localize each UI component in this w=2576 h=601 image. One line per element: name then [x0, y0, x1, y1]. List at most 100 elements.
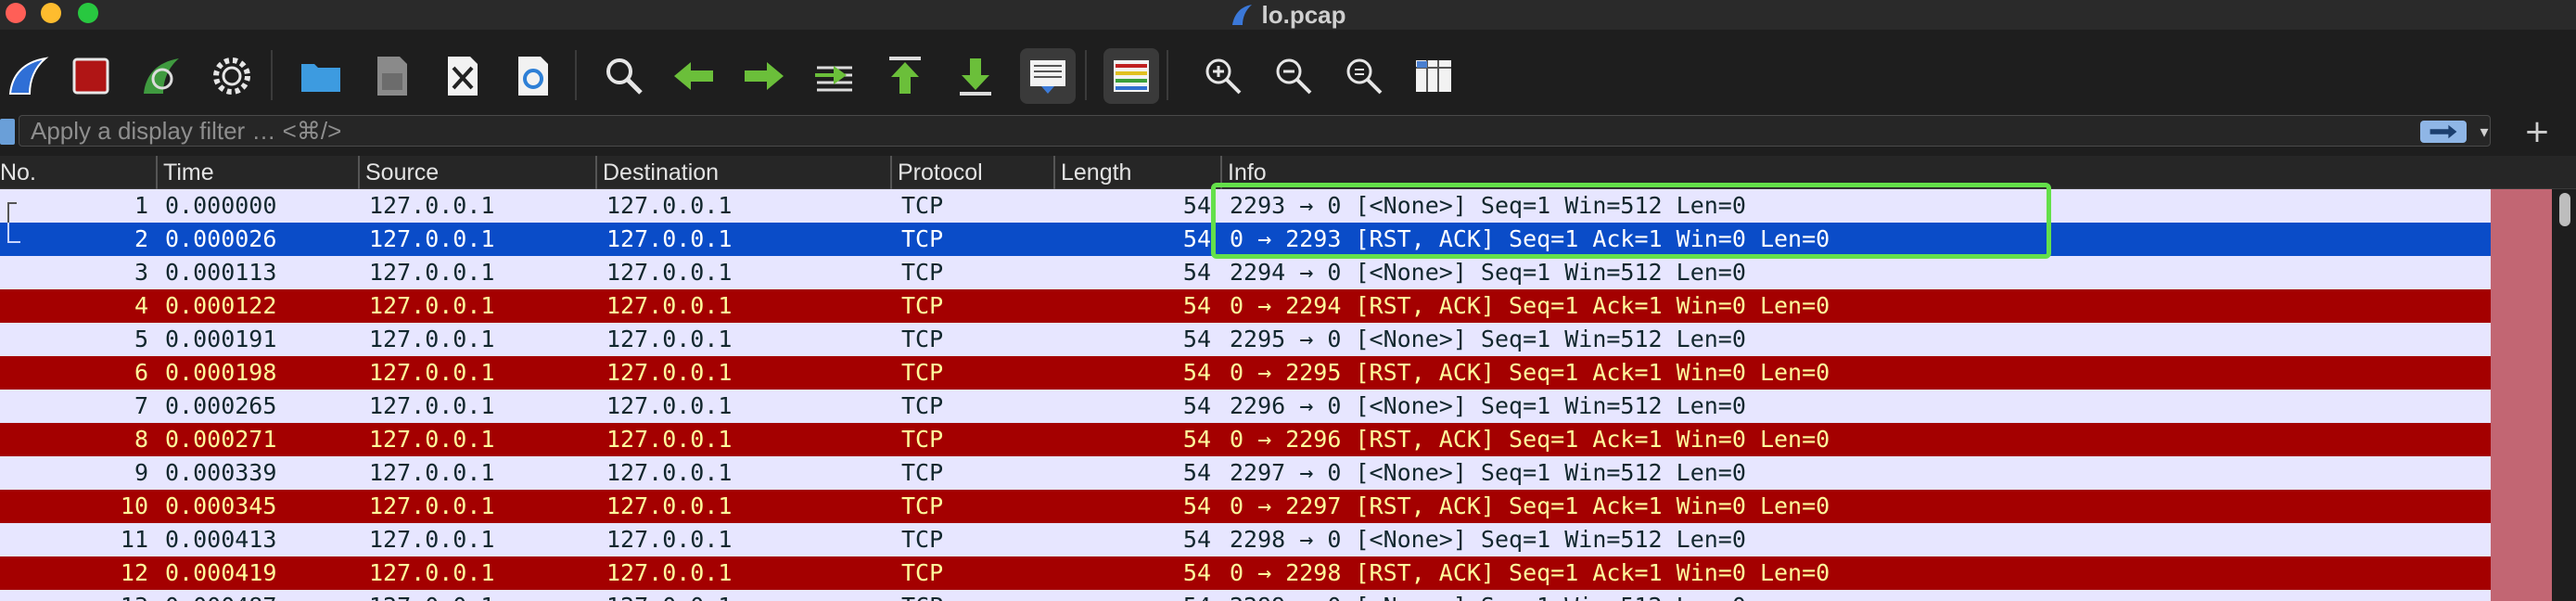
packet-row[interactable]: 1 0.000000 127.0.0.1 127.0.0.1 TCP 54 2293 → 0… [0, 189, 2491, 224]
packet-number-cell: 4 [134, 292, 148, 319]
packet-destination-cell: 127.0.0.1 [606, 359, 733, 386]
packet-info-cell: 2298 → 0 [<None>] Seq=1 Win=512 Len=0 [1230, 526, 1746, 553]
packet-source-cell: 127.0.0.1 [369, 392, 495, 419]
packet-time-cell: 0.000413 [165, 526, 277, 553]
apply-filter-button[interactable] [2420, 121, 2467, 143]
packet-number-cell: 2 [134, 225, 148, 252]
packet-row[interactable]: 13 0.000487 127.0.0.1 127.0.0.1 TCP54 2299 → … [0, 590, 2491, 601]
next-packet-button[interactable] [736, 48, 792, 104]
packet-info-cell: 2293 → 0 [<None>] Seq=1 Win=512 Len=0 [1230, 192, 1746, 219]
packet-row[interactable]: 4 0.000122 127.0.0.1 127.0.0.1 TCP 54 0 → 2294… [0, 289, 2491, 323]
column-header-destination[interactable]: Destination [595, 156, 890, 189]
first-packet-button[interactable] [877, 48, 933, 104]
last-packet-button[interactable] [948, 48, 1003, 104]
packet-protocol-cell: TCP [901, 359, 944, 386]
display-filter-input[interactable] [19, 115, 2491, 147]
previous-packet-button[interactable] [666, 48, 721, 104]
packet-number-cell: 7 [134, 392, 148, 419]
column-header-info[interactable]: Info [1220, 156, 2576, 189]
reload-file-button[interactable] [504, 48, 560, 104]
autoscroll-button[interactable] [1020, 48, 1076, 104]
open-file-button[interactable] [293, 48, 349, 104]
packet-row[interactable]: 11 0.000413 127.0.0.1 127.0.0.1 TCP 54 2298 → … [0, 523, 2491, 556]
packet-destination-cell: 127.0.0.1 [606, 192, 733, 219]
packet-length-cell: 54 [1182, 292, 1211, 319]
packet-destination-cell: 127.0.0.1 [606, 225, 733, 252]
packet-length-cell: 54 [1182, 526, 1211, 553]
window-title-text: lo.pcap [1261, 0, 1346, 29]
packet-minimap[interactable] [2491, 189, 2552, 601]
packet-row[interactable]: 9 0.000339 127.0.0.1 127.0.0.1 TCP 54 2297 → 0… [0, 456, 2491, 490]
packet-source-cell: 127.0.0.1 [369, 192, 495, 219]
go-to-packet-button[interactable] [807, 48, 862, 104]
close-file-button[interactable] [434, 48, 490, 104]
packet-number-cell: 8 [134, 426, 148, 453]
packet-length-cell: 54 [1182, 426, 1211, 453]
filter-history-dropdown[interactable]: ▾ [2474, 119, 2494, 145]
filter-bookmark-icon[interactable] [0, 119, 15, 145]
stop-capture-button[interactable] [63, 48, 119, 104]
toolbar-separator [1085, 50, 1087, 100]
zoom-reset-icon [1346, 58, 1383, 95]
packet-list-header: No. Time Source Destination Protocol Len… [0, 156, 2576, 189]
packet-source-cell: 127.0.0.1 [369, 492, 495, 519]
packet-destination-cell: 127.0.0.1 [606, 492, 733, 519]
find-packet-button[interactable] [595, 48, 651, 104]
zoom-out-icon [1276, 58, 1312, 95]
zoom-reset-button[interactable] [1335, 48, 1391, 104]
add-filter-button[interactable]: + [2519, 113, 2556, 150]
packet-row[interactable]: 5 0.000191 127.0.0.1 127.0.0.1 TCP 54 2295 → 0… [0, 323, 2491, 356]
packet-row[interactable]: 7 0.000265 127.0.0.1 127.0.0.1 TCP 54 2296 → 0… [0, 390, 2491, 423]
packet-row[interactable]: 3 0.000113 127.0.0.1 127.0.0.1 TCP 54 2294 → 0… [0, 256, 2491, 289]
packet-destination-cell: 127.0.0.1 [606, 392, 733, 419]
packet-protocol-cell: TCP [901, 590, 1059, 601]
column-header-length[interactable]: Length [1053, 156, 1220, 189]
packet-time-cell: 0.000271 [165, 426, 277, 453]
packet-protocol-cell: TCP [901, 526, 944, 553]
resize-columns-button[interactable] [1406, 48, 1461, 104]
scrollbar-thumb[interactable] [2559, 193, 2570, 226]
packet-source-cell: 127.0.0.1 [369, 292, 495, 319]
packet-length-cell: 54 [1182, 225, 1211, 252]
go-to-packet-icon [815, 66, 852, 92]
packet-length-cell: 54 [1057, 590, 1211, 601]
last-packet-icon [960, 58, 991, 96]
packet-row[interactable]: 2 0.000026 127.0.0.1 127.0.0.1 TCP 54 0 → 2293… [0, 223, 2491, 256]
packet-list-scrollbar[interactable] [2552, 189, 2576, 601]
packet-row[interactable]: 6 0.000198 127.0.0.1 127.0.0.1 TCP 54 0 → 2295… [0, 356, 2491, 390]
packet-source-cell: 127.0.0.1 [369, 559, 495, 586]
packet-number-cell: 10 [120, 492, 148, 519]
packet-protocol-cell: TCP [901, 326, 944, 352]
zoom-in-button[interactable] [1194, 48, 1250, 104]
packet-length-cell: 54 [1182, 259, 1211, 286]
packet-time-cell: 0.000345 [165, 492, 277, 519]
window-title: lo.pcap [0, 0, 2576, 30]
arrow-right-icon [2429, 124, 2457, 139]
packet-number-cell: 6 [134, 359, 148, 386]
stop-square-icon [72, 58, 109, 95]
start-capture-button[interactable] [0, 48, 56, 104]
save-file-button[interactable] [363, 48, 419, 104]
packet-length-cell: 54 [1182, 392, 1211, 419]
packet-protocol-cell: TCP [901, 426, 944, 453]
zoom-out-button[interactable] [1265, 48, 1320, 104]
column-header-source[interactable]: Source [358, 156, 595, 189]
packet-number-cell: 9 [134, 459, 148, 486]
capture-options-button[interactable] [204, 48, 260, 104]
packet-time-cell: 0.000191 [165, 326, 277, 352]
packet-number-cell: 3 [134, 259, 148, 286]
column-header-time[interactable]: Time [156, 156, 358, 189]
packet-length-cell: 54 [1182, 459, 1211, 486]
packet-destination-cell: 127.0.0.1 [606, 259, 733, 286]
restart-capture-button[interactable] [134, 48, 189, 104]
packet-list[interactable]: 1 0.000000 127.0.0.1 127.0.0.1 TCP 54 2293 → 0… [0, 189, 2491, 601]
packet-time-cell: 0.000198 [165, 359, 277, 386]
column-header-protocol[interactable]: Protocol [890, 156, 1053, 189]
packet-row[interactable]: 8 0.000271 127.0.0.1 127.0.0.1 TCP 54 0 → 2296… [0, 423, 2491, 456]
colorize-button[interactable] [1103, 48, 1159, 104]
packet-row[interactable]: 10 0.000345 127.0.0.1 127.0.0.1 TCP 54 0 → 229… [0, 490, 2491, 523]
packet-source-cell: 127.0.0.1 [369, 526, 495, 553]
column-header-no[interactable]: No. [0, 156, 156, 189]
packet-number-cell: 1 [134, 192, 148, 219]
packet-row[interactable]: 12 0.000419 127.0.0.1 127.0.0.1 TCP 54 0 → 229… [0, 556, 2491, 590]
